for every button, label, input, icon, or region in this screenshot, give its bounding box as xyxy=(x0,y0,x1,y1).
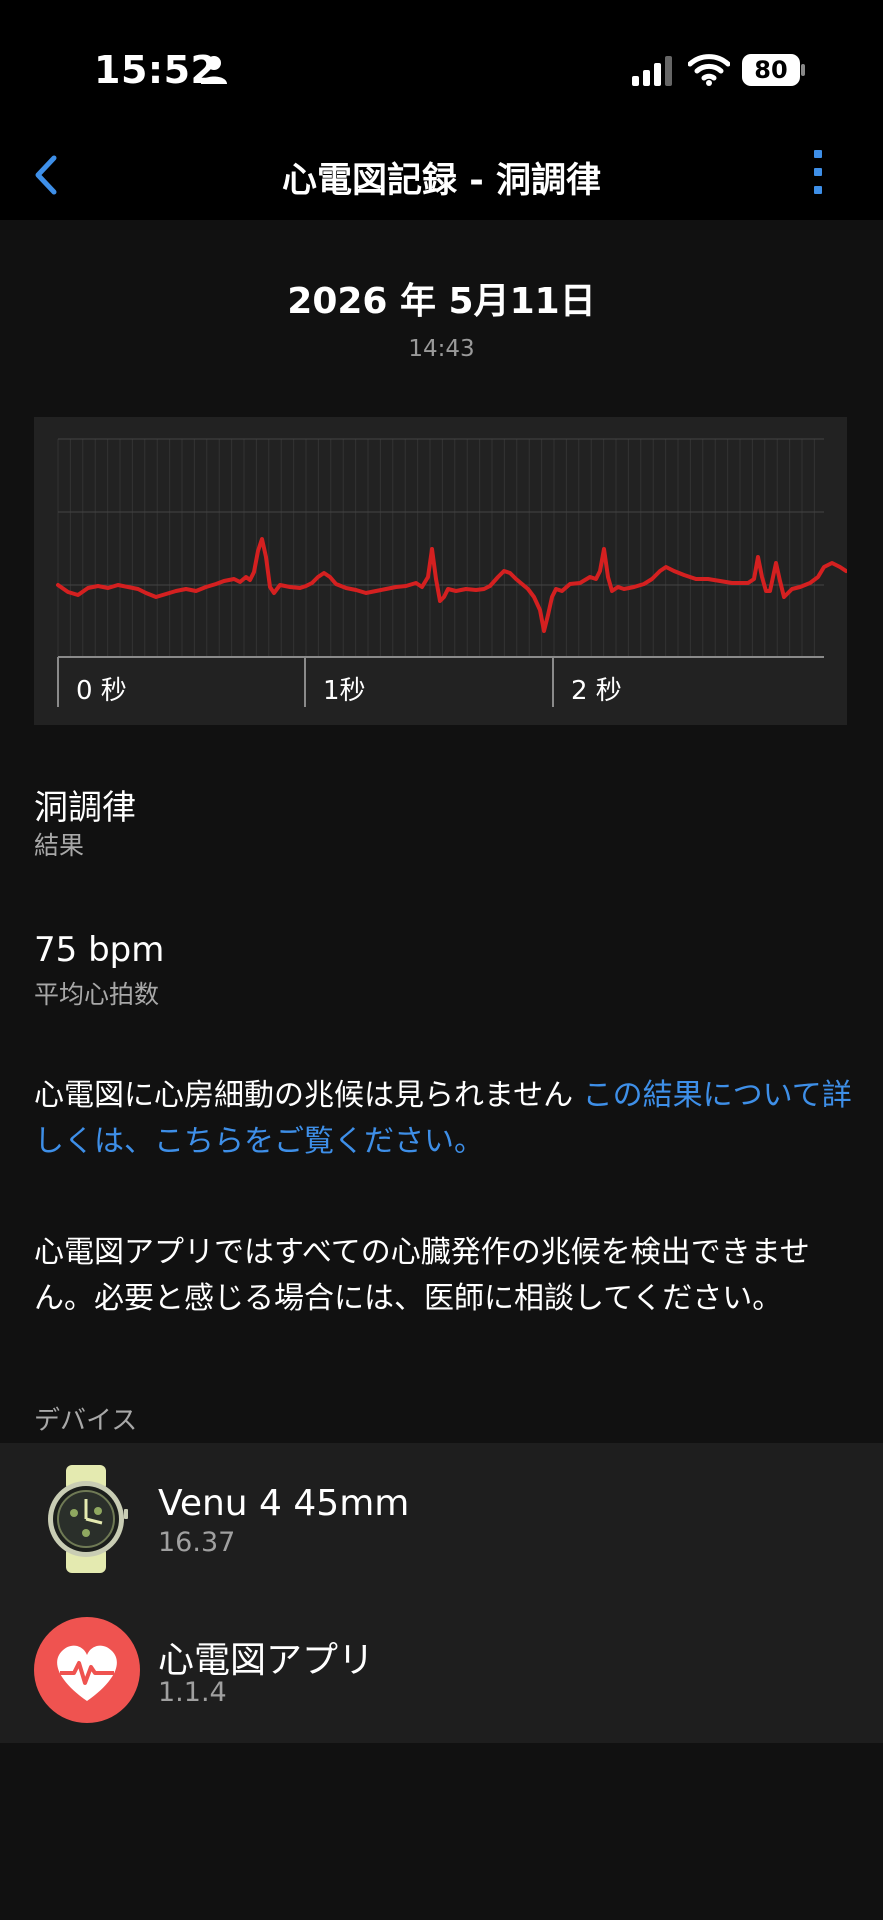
ecg-chart: 0 秒 1秒 2 秒 xyxy=(34,417,847,725)
navigation-bar: 心電図記録 - 洞調律 xyxy=(0,130,883,220)
device-row-watch[interactable]: Venu 4 45mm 16.37 xyxy=(0,1443,883,1593)
result-label: 結果 xyxy=(34,831,85,860)
status-bar: 15:52 80 xyxy=(0,0,883,130)
device-row-ecg-app[interactable]: 心電図アプリ 1.1.4 xyxy=(0,1593,883,1743)
ecg-app-heart-icon xyxy=(34,1617,140,1723)
heart-rate-value: 75 bpm xyxy=(34,930,165,970)
app-name: 心電図アプリ xyxy=(158,1640,375,1681)
more-options-icon[interactable] xyxy=(806,148,830,196)
device-version: 16.37 xyxy=(158,1527,236,1558)
record-time: 14:43 xyxy=(408,336,475,362)
ecg-time-label-0: 0 秒 xyxy=(76,676,127,706)
app-version: 1.1.4 xyxy=(158,1677,227,1708)
heart-rate-label: 平均心拍数 xyxy=(34,980,160,1009)
result-info-text: 心電図に心房細動の兆候は見られません この結果について詳しくは、こちらをご覧くだ… xyxy=(34,1073,854,1165)
battery-level: 80 xyxy=(754,56,788,84)
record-date: 2026 年 5月11日 xyxy=(287,281,596,322)
devices-list: Venu 4 45mm 16.37 心電図アプリ 1.1.4 xyxy=(0,1443,883,1743)
cellular-signal-icon xyxy=(632,56,672,86)
afib-result-statement: 心電図に心房細動の兆候は見られません xyxy=(34,1078,574,1113)
device-name: Venu 4 45mm xyxy=(158,1483,410,1524)
ecg-time-axis: 0 秒 1秒 2 秒 xyxy=(57,656,824,707)
ecg-time-label-2: 2 秒 xyxy=(571,676,622,706)
watch-icon xyxy=(48,1465,128,1573)
disclaimer-text: 心電図アプリではすべての心臓発作の兆候を検出できません。必要と感じる場合には、医… xyxy=(34,1235,810,1316)
page-title: 心電図記録 - 洞調律 xyxy=(282,161,601,201)
ecg-time-label-1: 1秒 xyxy=(323,676,366,706)
person-icon xyxy=(201,56,227,84)
devices-section-header: デバイス xyxy=(34,1406,138,1436)
status-time: 15:52 xyxy=(94,48,218,92)
ecg-waveform-chart: 0 秒 1秒 2 秒 xyxy=(56,438,847,707)
result-value: 洞調律 xyxy=(34,788,136,828)
ecg-grid xyxy=(57,438,824,658)
wifi-icon xyxy=(688,54,730,86)
